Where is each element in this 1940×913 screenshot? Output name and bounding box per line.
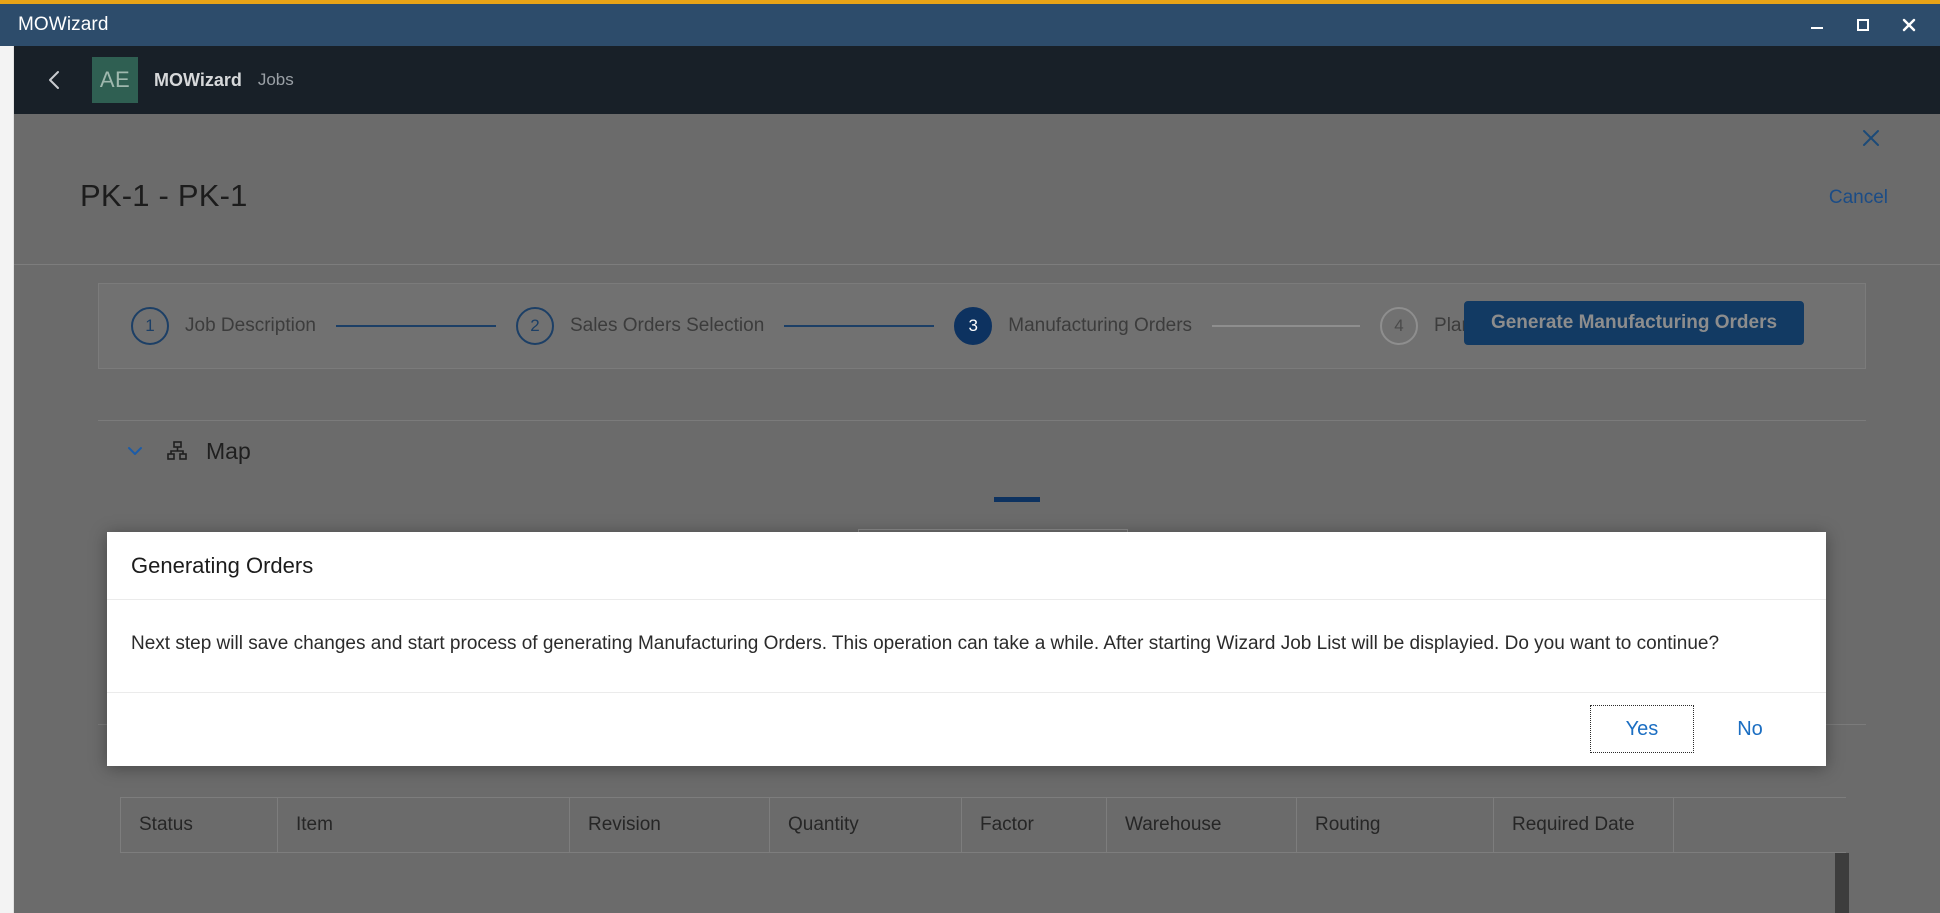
- sitemap-icon: [164, 438, 190, 464]
- generate-manufacturing-orders-button[interactable]: Generate Manufacturing Orders: [1464, 301, 1804, 345]
- step-number-3: 3: [954, 307, 992, 345]
- page-content: PK-1 - PK-1 Cancel 1 Job Description 2 S…: [14, 114, 1940, 913]
- table-column-status[interactable]: Status: [120, 798, 278, 853]
- dialog-yes-button[interactable]: Yes: [1590, 705, 1694, 753]
- app-header: AE MOWizard Jobs: [14, 46, 1940, 114]
- step-label-2: Sales Orders Selection: [570, 315, 764, 337]
- step-label-3: Manufacturing Orders: [1008, 315, 1192, 337]
- cancel-link[interactable]: Cancel: [1829, 187, 1888, 209]
- step-label-1: Job Description: [185, 315, 316, 337]
- wizard-step-3[interactable]: 3 Manufacturing Orders: [954, 307, 1192, 345]
- chevron-left-icon[interactable]: [14, 46, 74, 114]
- chevron-down-icon[interactable]: [122, 438, 148, 464]
- close-button[interactable]: [1886, 4, 1932, 46]
- table-column-item[interactable]: Item: [278, 798, 570, 853]
- window-controls: [1794, 4, 1940, 46]
- app-logo: AE: [92, 57, 138, 103]
- table-column-warehouse[interactable]: Warehouse: [1107, 798, 1297, 853]
- maximize-button[interactable]: [1840, 4, 1886, 46]
- close-icon[interactable]: [1854, 121, 1888, 155]
- minimize-button[interactable]: [1794, 4, 1840, 46]
- step-connector-2: [784, 325, 934, 327]
- dialog-no-button[interactable]: No: [1698, 705, 1802, 753]
- application-window: MOWizard AE MOWizard Jobs: [0, 0, 1940, 913]
- table-column-routing[interactable]: Routing: [1297, 798, 1494, 853]
- section-map-title: Map: [206, 438, 251, 465]
- step-number-4: 4: [1380, 307, 1418, 345]
- table-header-row: Status Item Revision Quantity Factor War…: [120, 798, 1846, 853]
- wizard-step-2[interactable]: 2 Sales Orders Selection: [516, 307, 764, 345]
- dialog-footer: Yes No: [107, 693, 1826, 766]
- generating-orders-dialog: Generating Orders Next step will save ch…: [107, 532, 1826, 766]
- window-titlebar: MOWizard: [0, 0, 1940, 46]
- table-column-required-date[interactable]: Required Date: [1494, 798, 1674, 853]
- step-number-2: 2: [516, 307, 554, 345]
- page-title: PK-1 - PK-1: [80, 178, 248, 214]
- left-rail: [0, 46, 14, 913]
- page-topbar: PK-1 - PK-1 Cancel: [14, 114, 1940, 265]
- section-map-header[interactable]: Map: [98, 421, 1866, 481]
- step-number-1: 1: [131, 307, 169, 345]
- step-connector-3: [1212, 325, 1360, 327]
- app-name: MOWizard: [154, 70, 242, 91]
- table-scrollbar-thumb[interactable]: [1835, 853, 1849, 913]
- table-column-revision[interactable]: Revision: [570, 798, 770, 853]
- dialog-title: Generating Orders: [107, 532, 1826, 600]
- orders-table: Status Item Revision Quantity Factor War…: [120, 797, 1846, 853]
- table-column-quantity[interactable]: Quantity: [770, 798, 962, 853]
- wizard-step-1[interactable]: 1 Job Description: [131, 307, 316, 345]
- step-connector-1: [336, 325, 496, 327]
- window-title: MOWizard: [0, 14, 109, 36]
- dialog-message: Next step will save changes and start pr…: [107, 600, 1826, 693]
- app-section-name: Jobs: [258, 70, 294, 90]
- table-column-factor[interactable]: Factor: [962, 798, 1107, 853]
